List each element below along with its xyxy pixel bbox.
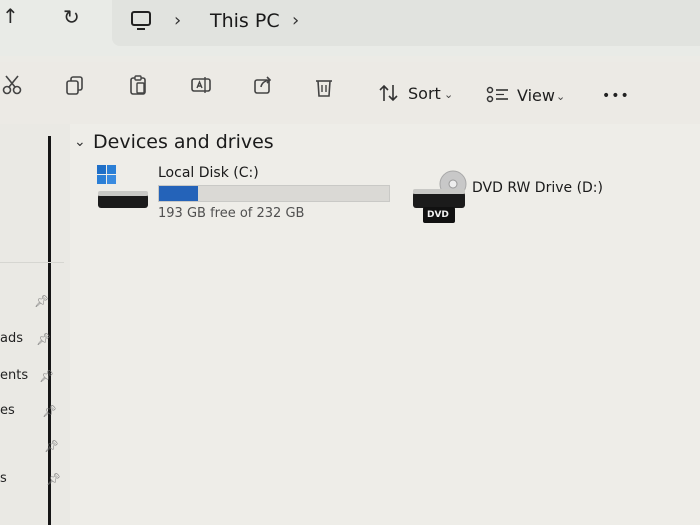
drive-item-d[interactable]: DVD bbox=[405, 166, 625, 228]
sort-button[interactable]: Sort ⌄ bbox=[378, 82, 458, 106]
sidebar-item-label: ents bbox=[0, 368, 29, 383]
pin-icon: 📌︎ bbox=[36, 332, 52, 346]
breadcrumb-expand-chevron[interactable]: › bbox=[292, 10, 299, 31]
sidebar-item[interactable]: 📌︎ bbox=[0, 292, 64, 312]
delete-icon[interactable] bbox=[313, 76, 335, 98]
drive-c-usage-bar bbox=[158, 185, 390, 202]
sidebar-item-downloads[interactable]: ads 📌︎ bbox=[0, 330, 64, 350]
view-label: View bbox=[517, 86, 555, 105]
sort-label: Sort bbox=[408, 84, 441, 103]
address-field[interactable]: › This PC › bbox=[112, 0, 700, 46]
navigation-pane bbox=[0, 124, 70, 525]
sidebar-item-label: es bbox=[0, 403, 15, 418]
sidebar-item-label: ads bbox=[0, 331, 23, 346]
command-bar: Sort ⌄ View ⌄ ••• bbox=[0, 62, 700, 125]
navigation-separator bbox=[0, 262, 64, 263]
sidebar-item[interactable]: 📌︎ bbox=[0, 437, 64, 457]
drive-c-free-space: 193 GB free of 232 GB bbox=[158, 206, 305, 221]
collapse-chevron-icon: ⌄ bbox=[74, 134, 86, 150]
pin-icon: 📌︎ bbox=[39, 369, 55, 383]
sidebar-item-documents[interactable]: ents 📌︎ bbox=[0, 367, 64, 387]
drive-c-name: Local Disk (C:) bbox=[158, 165, 259, 181]
sort-arrows-icon bbox=[379, 84, 398, 102]
view-chevron-icon: ⌄ bbox=[556, 90, 566, 103]
pin-icon: 📌︎ bbox=[44, 439, 60, 453]
drive-c-usage-fill bbox=[159, 186, 198, 201]
breadcrumb-this-pc[interactable]: This PC bbox=[210, 10, 280, 32]
view-list-icon bbox=[486, 86, 508, 103]
paste-icon[interactable] bbox=[127, 74, 149, 96]
address-bar: ↑ ↻ › This PC › bbox=[0, 0, 700, 56]
more-options-button[interactable]: ••• bbox=[602, 88, 630, 104]
share-icon[interactable] bbox=[252, 74, 274, 96]
cut-icon[interactable] bbox=[2, 74, 24, 96]
copy-icon[interactable] bbox=[64, 74, 86, 96]
sidebar-item-pictures[interactable]: es 📌︎ bbox=[0, 402, 64, 422]
pin-icon: 📌︎ bbox=[42, 404, 58, 418]
this-pc-monitor-icon bbox=[131, 11, 151, 30]
sort-chevron-icon: ⌄ bbox=[444, 88, 454, 101]
devices-section-header[interactable]: ⌄ Devices and drives bbox=[74, 130, 274, 156]
view-button[interactable]: View ⌄ bbox=[486, 84, 570, 108]
up-arrow-icon[interactable]: ↑ bbox=[2, 6, 19, 26]
breadcrumb-chevron: › bbox=[174, 10, 182, 31]
drive-d-name: DVD RW Drive (D:) bbox=[472, 180, 603, 196]
section-title: Devices and drives bbox=[93, 131, 274, 153]
rename-icon[interactable] bbox=[190, 74, 212, 96]
pin-icon: 📌︎ bbox=[46, 472, 62, 486]
windows-drive-icon bbox=[97, 165, 148, 208]
sidebar-item-label: s bbox=[0, 471, 7, 486]
dvd-badge: DVD bbox=[427, 210, 449, 220]
refresh-icon[interactable]: ↻ bbox=[63, 7, 80, 27]
sidebar-item-videos[interactable]: s 📌︎ bbox=[0, 470, 64, 490]
pin-icon: 📌︎ bbox=[34, 294, 50, 308]
